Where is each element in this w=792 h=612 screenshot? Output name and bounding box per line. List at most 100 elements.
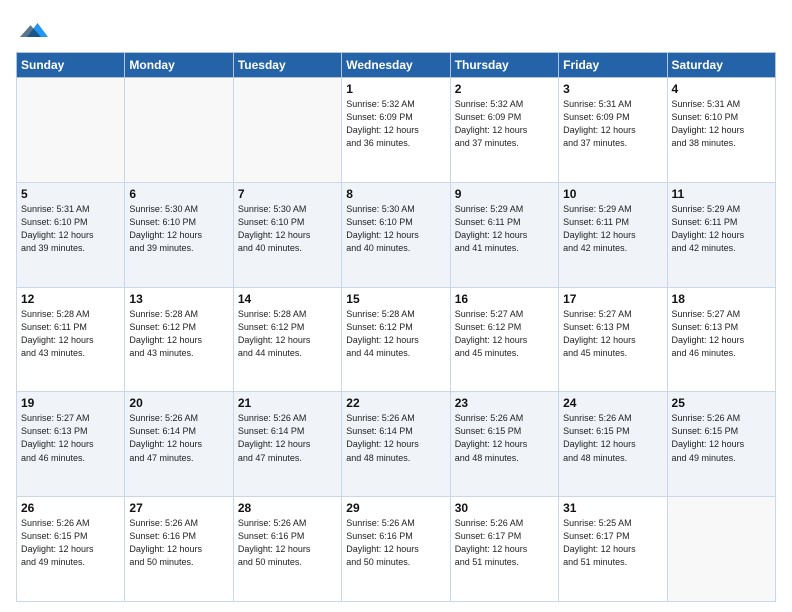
calendar-cell: 27 Sunrise: 5:26 AM Sunset: 6:16 PM Dayli…: [125, 497, 233, 602]
week-row-3: 12 Sunrise: 5:28 AM Sunset: 6:11 PM Dayli…: [17, 287, 776, 392]
calendar-cell: 22 Sunrise: 5:26 AM Sunset: 6:14 PM Dayli…: [342, 392, 450, 497]
header: [16, 16, 776, 44]
day-number: 12: [21, 292, 120, 306]
day-info: Sunrise: 5:27 AM Sunset: 6:13 PM Dayligh…: [672, 308, 771, 360]
day-number: 24: [563, 396, 662, 410]
day-number: 1: [346, 82, 445, 96]
day-info: Sunrise: 5:26 AM Sunset: 6:16 PM Dayligh…: [129, 517, 228, 569]
day-info: Sunrise: 5:26 AM Sunset: 6:15 PM Dayligh…: [21, 517, 120, 569]
weekday-header-monday: Monday: [125, 53, 233, 78]
calendar-cell: 11 Sunrise: 5:29 AM Sunset: 6:11 PM Dayli…: [667, 182, 775, 287]
calendar-cell: 17 Sunrise: 5:27 AM Sunset: 6:13 PM Dayli…: [559, 287, 667, 392]
day-info: Sunrise: 5:31 AM Sunset: 6:10 PM Dayligh…: [21, 203, 120, 255]
calendar-cell: 16Sunrise: 5:27 AM Sunset: 6:12 PM Dayli…: [450, 287, 558, 392]
day-number: 7: [238, 187, 337, 201]
day-number: 3: [563, 82, 662, 96]
calendar-cell: 4Sunrise: 5:31 AM Sunset: 6:10 PM Daylig…: [667, 78, 775, 183]
day-number: 6: [129, 187, 228, 201]
day-number: 29: [346, 501, 445, 515]
day-info: Sunrise: 5:29 AM Sunset: 6:11 PM Dayligh…: [672, 203, 771, 255]
weekday-header-friday: Friday: [559, 53, 667, 78]
calendar-cell: 10 Sunrise: 5:29 AM Sunset: 6:11 PM Dayli…: [559, 182, 667, 287]
day-info: Sunrise: 5:29 AM Sunset: 6:11 PM Dayligh…: [563, 203, 662, 255]
day-info: Sunrise: 5:26 AM Sunset: 6:16 PM Dayligh…: [238, 517, 337, 569]
day-info: Sunrise: 5:29 AM Sunset: 6:11 PM Dayligh…: [455, 203, 554, 255]
day-info: Sunrise: 5:26 AM Sunset: 6:15 PM Dayligh…: [563, 412, 662, 464]
day-info: Sunrise: 5:26 AM Sunset: 6:15 PM Dayligh…: [672, 412, 771, 464]
day-number: 27: [129, 501, 228, 515]
calendar-cell: 5Sunrise: 5:31 AM Sunset: 6:10 PM Daylig…: [17, 182, 125, 287]
calendar-cell: 12 Sunrise: 5:28 AM Sunset: 6:11 PM Dayli…: [17, 287, 125, 392]
day-info: Sunrise: 5:32 AM Sunset: 6:09 PM Dayligh…: [455, 98, 554, 150]
day-info: Sunrise: 5:27 AM Sunset: 6:13 PM Dayligh…: [563, 308, 662, 360]
day-info: Sunrise: 5:26 AM Sunset: 6:14 PM Dayligh…: [346, 412, 445, 464]
weekday-header-saturday: Saturday: [667, 53, 775, 78]
calendar-cell: 13Sunrise: 5:28 AM Sunset: 6:12 PM Dayli…: [125, 287, 233, 392]
calendar-cell: 3 Sunrise: 5:31 AM Sunset: 6:09 PM Daylig…: [559, 78, 667, 183]
week-row-4: 19 Sunrise: 5:27 AM Sunset: 6:13 PM Dayli…: [17, 392, 776, 497]
day-number: 26: [21, 501, 120, 515]
day-info: Sunrise: 5:26 AM Sunset: 6:16 PM Dayligh…: [346, 517, 445, 569]
day-number: 2: [455, 82, 554, 96]
week-row-5: 26 Sunrise: 5:26 AM Sunset: 6:15 PM Dayli…: [17, 497, 776, 602]
calendar-cell: 26 Sunrise: 5:26 AM Sunset: 6:15 PM Dayli…: [17, 497, 125, 602]
day-info: Sunrise: 5:26 AM Sunset: 6:15 PM Dayligh…: [455, 412, 554, 464]
calendar-cell: 8Sunrise: 5:30 AM Sunset: 6:10 PM Daylig…: [342, 182, 450, 287]
day-number: 22: [346, 396, 445, 410]
day-info: Sunrise: 5:27 AM Sunset: 6:13 PM Dayligh…: [21, 412, 120, 464]
day-info: Sunrise: 5:30 AM Sunset: 6:10 PM Dayligh…: [238, 203, 337, 255]
day-number: 21: [238, 396, 337, 410]
calendar-cell: 15 Sunrise: 5:28 AM Sunset: 6:12 PM Dayli…: [342, 287, 450, 392]
day-info: Sunrise: 5:31 AM Sunset: 6:09 PM Dayligh…: [563, 98, 662, 150]
weekday-header-tuesday: Tuesday: [233, 53, 341, 78]
day-number: 31: [563, 501, 662, 515]
day-number: 8: [346, 187, 445, 201]
calendar-cell: 21 Sunrise: 5:26 AM Sunset: 6:14 PM Dayli…: [233, 392, 341, 497]
logo: [16, 16, 48, 44]
day-number: 30: [455, 501, 554, 515]
calendar-cell: 20 Sunrise: 5:26 AM Sunset: 6:14 PM Dayli…: [125, 392, 233, 497]
calendar-cell: 7 Sunrise: 5:30 AM Sunset: 6:10 PM Daylig…: [233, 182, 341, 287]
weekday-header-row: SundayMondayTuesdayWednesdayThursdayFrid…: [17, 53, 776, 78]
day-info: Sunrise: 5:26 AM Sunset: 6:14 PM Dayligh…: [238, 412, 337, 464]
calendar-table: SundayMondayTuesdayWednesdayThursdayFrid…: [16, 52, 776, 602]
day-number: 14: [238, 292, 337, 306]
day-number: 18: [672, 292, 771, 306]
calendar-cell: 14 Sunrise: 5:28 AM Sunset: 6:12 PM Dayli…: [233, 287, 341, 392]
weekday-header-wednesday: Wednesday: [342, 53, 450, 78]
calendar-cell: 23 Sunrise: 5:26 AM Sunset: 6:15 PM Dayli…: [450, 392, 558, 497]
page: SundayMondayTuesdayWednesdayThursdayFrid…: [0, 0, 792, 612]
calendar-cell: 30Sunrise: 5:26 AM Sunset: 6:17 PM Dayli…: [450, 497, 558, 602]
calendar-cell: 31Sunrise: 5:25 AM Sunset: 6:17 PM Dayli…: [559, 497, 667, 602]
day-info: Sunrise: 5:27 AM Sunset: 6:12 PM Dayligh…: [455, 308, 554, 360]
week-row-1: 1 Sunrise: 5:32 AM Sunset: 6:09 PM Daylig…: [17, 78, 776, 183]
day-info: Sunrise: 5:28 AM Sunset: 6:12 PM Dayligh…: [238, 308, 337, 360]
calendar-cell: 19 Sunrise: 5:27 AM Sunset: 6:13 PM Dayli…: [17, 392, 125, 497]
calendar-cell: [125, 78, 233, 183]
weekday-header-thursday: Thursday: [450, 53, 558, 78]
day-number: 17: [563, 292, 662, 306]
calendar-cell: 29 Sunrise: 5:26 AM Sunset: 6:16 PM Dayli…: [342, 497, 450, 602]
calendar-cell: 28 Sunrise: 5:26 AM Sunset: 6:16 PM Dayli…: [233, 497, 341, 602]
day-number: 28: [238, 501, 337, 515]
day-info: Sunrise: 5:31 AM Sunset: 6:10 PM Dayligh…: [672, 98, 771, 150]
day-info: Sunrise: 5:26 AM Sunset: 6:14 PM Dayligh…: [129, 412, 228, 464]
calendar-cell: 24 Sunrise: 5:26 AM Sunset: 6:15 PM Dayli…: [559, 392, 667, 497]
calendar-cell: [17, 78, 125, 183]
day-number: 11: [672, 187, 771, 201]
calendar-cell: [233, 78, 341, 183]
day-number: 15: [346, 292, 445, 306]
calendar-cell: 9 Sunrise: 5:29 AM Sunset: 6:11 PM Daylig…: [450, 182, 558, 287]
calendar-cell: [667, 497, 775, 602]
day-number: 9: [455, 187, 554, 201]
calendar-cell: 6Sunrise: 5:30 AM Sunset: 6:10 PM Daylig…: [125, 182, 233, 287]
day-number: 20: [129, 396, 228, 410]
day-info: Sunrise: 5:28 AM Sunset: 6:11 PM Dayligh…: [21, 308, 120, 360]
day-number: 23: [455, 396, 554, 410]
weekday-header-sunday: Sunday: [17, 53, 125, 78]
day-info: Sunrise: 5:28 AM Sunset: 6:12 PM Dayligh…: [346, 308, 445, 360]
day-number: 25: [672, 396, 771, 410]
day-number: 19: [21, 396, 120, 410]
calendar-cell: 18 Sunrise: 5:27 AM Sunset: 6:13 PM Dayli…: [667, 287, 775, 392]
day-number: 10: [563, 187, 662, 201]
